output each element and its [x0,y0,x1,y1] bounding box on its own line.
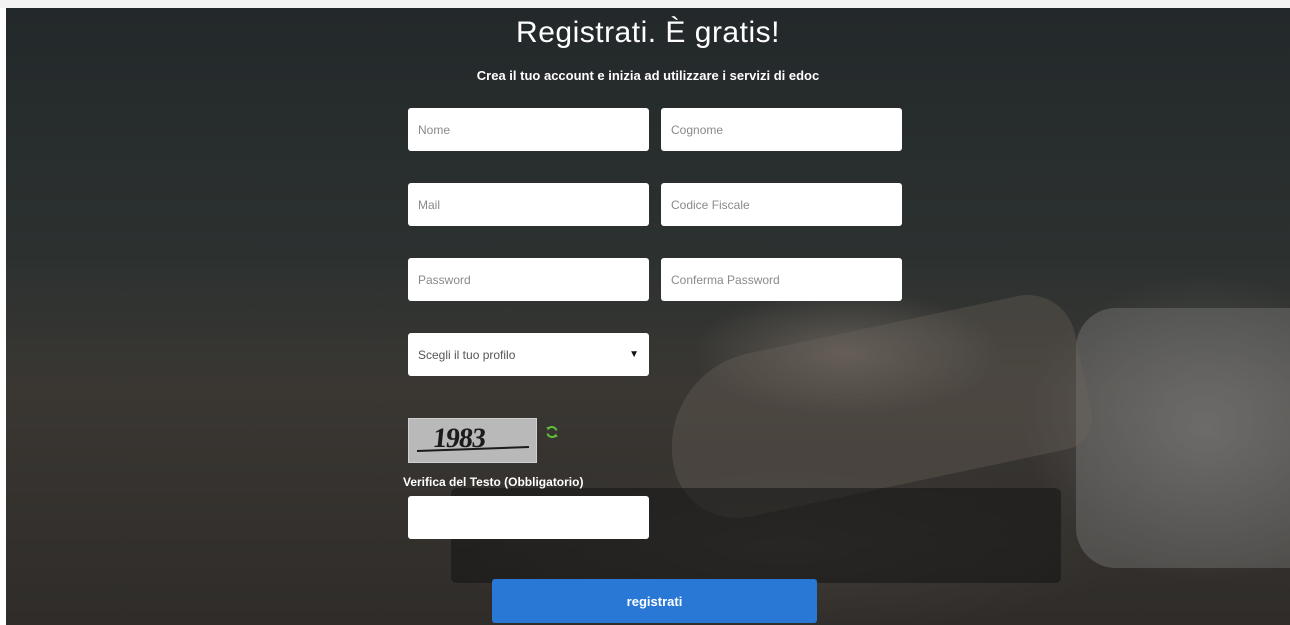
password-field[interactable] [408,258,649,301]
page-title: Registrati. È gratis! [516,16,780,49]
sleeve-shape [1076,308,1290,568]
codice-fiscale-field[interactable] [661,183,902,226]
page-subtitle: Crea il tuo account e inizia ad utilizza… [476,68,820,83]
caret-down-icon: ▼ [629,349,639,360]
mail-field[interactable] [408,183,649,226]
top-strip [0,0,1290,8]
profile-select[interactable]: Scegli il tuo profilo ▼ [408,333,649,376]
captcha-image: 1983 [408,418,537,463]
captcha-input[interactable] [408,496,649,539]
refresh-icon[interactable] [544,425,560,441]
hero-background: Registrati. È gratis! Crea il tuo accoun… [6,8,1290,625]
captcha-label: Verifica del Testo (Obbligatorio) [403,475,584,489]
registrati-button[interactable]: registrati [492,579,817,623]
profile-select-value: Scegli il tuo profilo [418,347,516,362]
conferma-password-field[interactable] [661,258,902,301]
cognome-field[interactable] [661,108,902,151]
nome-field[interactable] [408,108,649,151]
